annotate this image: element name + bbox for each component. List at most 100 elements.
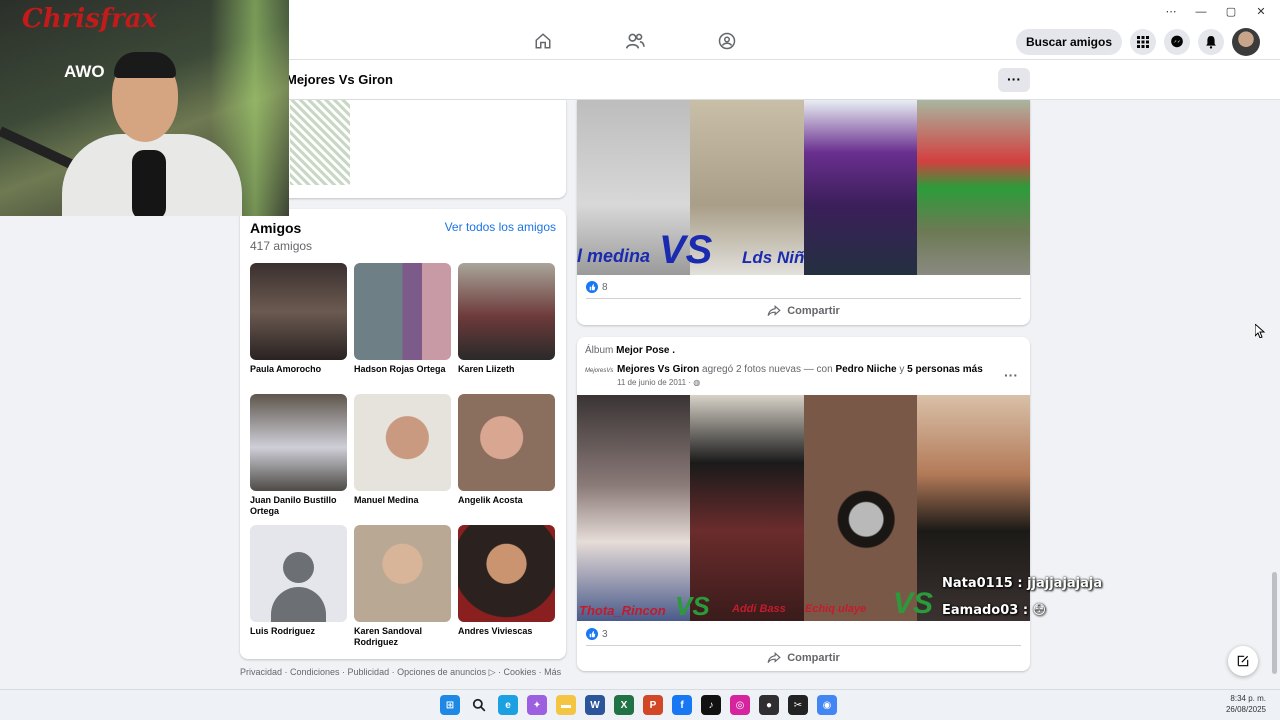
post-options-button[interactable]: ···: [1004, 367, 1018, 383]
tagged-person-link[interactable]: Pedro Niiche: [835, 364, 896, 375]
divider: [586, 645, 1021, 646]
restore-button[interactable]: ▢: [1216, 2, 1246, 22]
notifications-icon[interactable]: [1198, 29, 1224, 55]
friends-grid: Paula Amorocho Hadson Rojas Ortega Karen…: [250, 263, 556, 656]
vs-caption-left: l medina: [577, 246, 651, 266]
windows-taskbar: ⊞ e ✦ ▬ W X Pf ♪ ◎ ● ✂ ◉ 8:34 p. m. 26/08/2025: [0, 689, 1280, 720]
share-button[interactable]: Compartir: [577, 652, 1030, 664]
friend-photo[interactable]: [458, 263, 555, 360]
messenger-icon[interactable]: [1164, 29, 1190, 55]
friend-photo[interactable]: [354, 525, 451, 622]
post-reactions[interactable]: 3: [586, 628, 608, 640]
post-date[interactable]: 11 de junio de 2011 · ◍: [617, 378, 700, 387]
search-friends-button[interactable]: Buscar amigos: [1015, 29, 1122, 55]
friend-photo[interactable]: [354, 263, 451, 360]
friend-item[interactable]: Juan Danilo Bustillo Ortega: [250, 394, 347, 525]
new-message-button[interactable]: [1228, 646, 1258, 676]
copilot-icon[interactable]: ✦: [527, 695, 547, 715]
like-count: 3: [602, 628, 608, 640]
excel-icon[interactable]: X: [614, 695, 634, 715]
friend-item[interactable]: Karen Sandoval Rodriguez: [354, 525, 451, 656]
groups-icon[interactable]: [714, 28, 740, 54]
friend-name[interactable]: Angelik Acosta: [458, 495, 555, 506]
vs-caption-right-2: Echiq ulaye: [805, 603, 867, 615]
friend-photo[interactable]: [354, 394, 451, 491]
friend-photo[interactable]: [458, 394, 555, 491]
share-icon: [767, 305, 781, 316]
tiktok-icon[interactable]: ♪: [701, 695, 721, 715]
minimize-button[interactable]: —: [1186, 2, 1216, 22]
friend-name[interactable]: Karen Liizeth: [458, 364, 555, 375]
system-clock[interactable]: 8:34 p. m. 26/08/2025: [1226, 693, 1266, 715]
capcut-icon[interactable]: ✂: [788, 695, 808, 715]
page-title[interactable]: Mejores Vs Giron: [286, 72, 393, 87]
friend-name[interactable]: Andres Viviescas: [458, 626, 555, 637]
friend-item[interactable]: Karen Liizeth: [458, 263, 555, 394]
file-explorer-icon[interactable]: ▬: [556, 695, 576, 715]
clock-time: 8:34 p. m.: [1230, 694, 1266, 703]
vs-caption-mid-2: VS: [893, 587, 934, 620]
profile-avatar[interactable]: [1232, 28, 1260, 56]
apps-grid-icon[interactable]: [1130, 29, 1156, 55]
obs-icon[interactable]: ●: [759, 695, 779, 715]
home-icon[interactable]: [530, 28, 556, 54]
friend-item[interactable]: Paula Amorocho: [250, 263, 347, 394]
friend-item[interactable]: Manuel Medina: [354, 394, 451, 525]
page-avatar[interactable]: MejoresVs: [585, 368, 613, 382]
friend-photo[interactable]: [458, 525, 555, 622]
globe-icon: ◍: [693, 378, 701, 387]
post-photo[interactable]: [916, 100, 1030, 275]
friends-icon[interactable]: [622, 28, 648, 54]
friend-name[interactable]: Karen Sandoval Rodriguez: [354, 626, 451, 648]
friend-name[interactable]: Luis Rodriguez: [250, 626, 347, 637]
scrollbar-thumb[interactable]: [1272, 572, 1277, 674]
album-name-link[interactable]: Mejor Pose .: [616, 345, 675, 356]
divider: [586, 298, 1021, 299]
footer-links[interactable]: Privacidad · Condiciones · Publicidad · …: [240, 667, 561, 678]
friend-item[interactable]: Andres Viviescas: [458, 525, 555, 656]
post-reactions[interactable]: 8: [586, 281, 608, 293]
share-label: Compartir: [787, 305, 840, 317]
friend-name[interactable]: Paula Amorocho: [250, 364, 347, 375]
page-more-button[interactable]: ···: [998, 68, 1030, 92]
tagged-others-link[interactable]: 5 personas más: [907, 364, 983, 375]
friend-name[interactable]: Hadson Rojas Ortega: [354, 364, 451, 375]
friend-item[interactable]: Angelik Acosta: [458, 394, 555, 525]
post-photo[interactable]: [803, 100, 917, 275]
window-menu-button[interactable]: ⋯: [1156, 2, 1186, 22]
webcam-brand-subtext: AWO: [64, 62, 105, 81]
friend-item[interactable]: Luis Rodriguez: [250, 525, 347, 656]
post-author-line: Mejores Vs Giron agregó 2 fotos nuevas —…: [617, 364, 983, 375]
friend-name[interactable]: Juan Danilo Bustillo Ortega: [250, 495, 347, 517]
post-photo[interactable]: [577, 395, 691, 621]
vs-caption-mid: VS: [659, 228, 713, 272]
taskbar-apps: ⊞ e ✦ ▬ W X Pf ♪ ◎ ● ✂ ◉: [440, 695, 837, 715]
friends-count: 417 amigos: [250, 239, 313, 253]
search-icon[interactable]: [469, 695, 489, 715]
post-date-text[interactable]: 11 de junio de 2011 ·: [617, 378, 691, 387]
friend-name[interactable]: Manuel Medina: [354, 495, 451, 506]
close-button[interactable]: ✕: [1246, 2, 1276, 22]
default-avatar-icon[interactable]: [250, 525, 347, 622]
see-all-friends-link[interactable]: Ver todos los amigos: [445, 220, 556, 234]
album-line: Álbum Mejor Pose .: [585, 345, 675, 356]
post-action-text: agregó 2 fotos nuevas — con: [702, 364, 833, 375]
share-button[interactable]: Compartir: [577, 305, 1030, 317]
friend-item[interactable]: Hadson Rojas Ortega: [354, 263, 451, 394]
facebook-icon[interactable]: f: [672, 695, 692, 715]
streamer-hair: [114, 52, 176, 78]
post-author-link[interactable]: Mejores Vs Giron: [617, 364, 699, 375]
album-prefix: Álbum: [585, 345, 614, 356]
chrome-icon[interactable]: ◉: [817, 695, 837, 715]
photo-thumbnail[interactable]: [290, 100, 350, 185]
powerpoint-icon[interactable]: P: [643, 695, 663, 715]
friend-photo[interactable]: [250, 394, 347, 491]
stream-chat-line: Eamado03 : 😳: [942, 603, 1047, 618]
instagram-icon[interactable]: ◎: [730, 695, 750, 715]
windows-start-icon[interactable]: ⊞: [440, 695, 460, 715]
word-icon[interactable]: W: [585, 695, 605, 715]
vs-caption-left: Thota_Rincon: [579, 603, 666, 618]
edge-icon[interactable]: e: [498, 695, 518, 715]
post-photo[interactable]: [690, 395, 804, 621]
friend-photo[interactable]: [250, 263, 347, 360]
